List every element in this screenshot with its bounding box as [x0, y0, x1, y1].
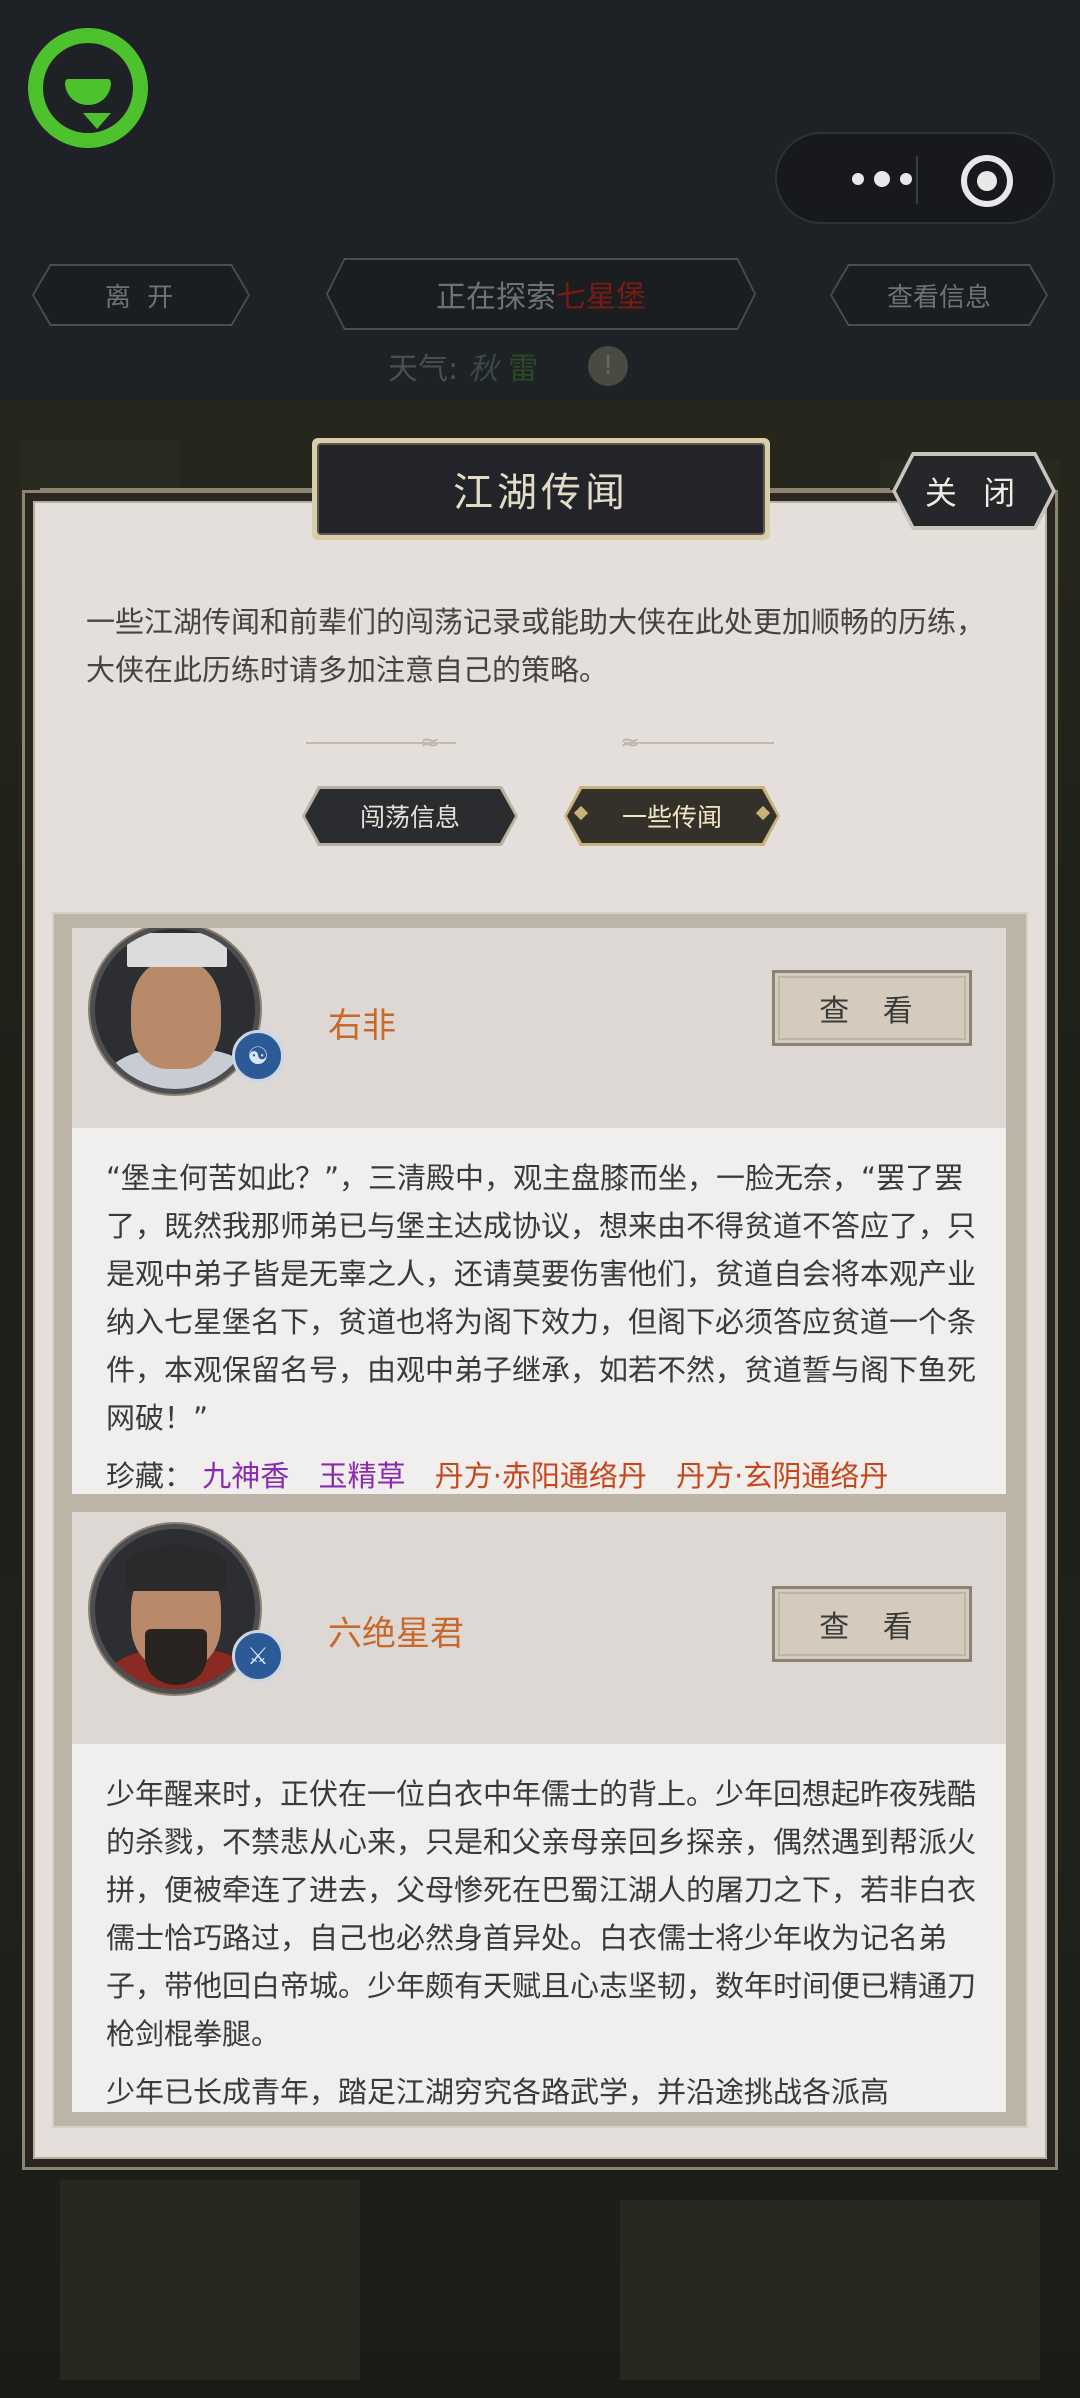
leave-button-label: 离 开	[34, 266, 248, 324]
close-button-label: 关 闭	[896, 456, 1052, 526]
story-text: 少年醒来时，正伏在一位白衣中年儒士的背上。少年回想起昨夜残酷的杀戮，不禁悲从心来…	[106, 1777, 977, 2051]
sword-badge-icon: ⚔	[232, 1630, 284, 1682]
divider-right-flourish: ≈	[620, 728, 641, 756]
miniprogram-capsule	[775, 132, 1055, 224]
view-button[interactable]: 查 看	[772, 970, 972, 1046]
tab-rumors-label: 一些传闻	[567, 789, 777, 843]
tab-rumors[interactable]: 一些传闻	[564, 786, 780, 846]
view-info-button[interactable]: 查看信息	[830, 264, 1048, 326]
card-header: ☯ 右非 查 看	[72, 928, 1006, 1128]
weather-condition: 雷	[508, 352, 539, 387]
more-dots-icon[interactable]	[817, 164, 947, 194]
card-header: ⚔ 六绝星君 查 看	[72, 1512, 1006, 1744]
close-target-icon[interactable]	[961, 155, 1013, 207]
treasure-label: 珍藏：	[106, 1459, 194, 1493]
weather-label: 天气:	[388, 352, 459, 387]
story-text: “堡主何苦如此？”，三清殿中，观主盘膝而坐，一脸无奈，“罢了罢了，既然我那师弟已…	[106, 1161, 977, 1435]
story-text-continued: 少年已长成青年，踏足江湖穷究各路武学，并沿途挑战各派高	[106, 2075, 890, 2109]
divider-left-flourish: ≈	[420, 728, 441, 756]
rumor-list[interactable]: ☯ 右非 查 看 “堡主何苦如此？”，三清殿中，观主盘膝而坐，一脸无奈，“罢了罢…	[52, 912, 1028, 2128]
treasure-item[interactable]: 丹方·玄阴通络丹	[676, 1459, 888, 1493]
leave-button[interactable]: 离 开	[32, 264, 250, 326]
top-bar: 离 开 正在探索 七星堡 查看信息 天气: 秋 雷 !	[0, 0, 1080, 400]
exploring-prefix: 正在探索	[436, 280, 556, 315]
tab-adventure-info-label: 闯荡信息	[305, 789, 515, 843]
card-story: 少年醒来时，正伏在一位白衣中年儒士的背上。少年回想起昨夜残酷的杀戮，不禁悲从心来…	[72, 1744, 1006, 2112]
card-story: “堡主何苦如此？”，三清殿中，观主盘膝而坐，一脸无奈，“罢了罢了，既然我那师弟已…	[72, 1128, 1006, 1494]
dialog-intro-text: 一些江湖传闻和前辈们的闯荡记录或能助大侠在此处更加顺畅的历练，大侠在此历练时请多…	[86, 605, 986, 687]
weather-season: 秋	[468, 352, 499, 387]
treasure-item[interactable]: 玉精草	[318, 1459, 405, 1493]
chat-bubble-logo-icon[interactable]	[28, 28, 148, 148]
warning-icon[interactable]: !	[588, 346, 629, 386]
close-button[interactable]: 关 闭	[892, 452, 1056, 530]
taiji-badge-icon: ☯	[232, 1030, 284, 1082]
character-name: 六绝星君	[328, 1614, 464, 1654]
treasure-item[interactable]: 九神香	[202, 1459, 289, 1493]
list-item: ☯ 右非 查 看 “堡主何苦如此？”，三清殿中，观主盘膝而坐，一脸无奈，“罢了罢…	[72, 928, 1006, 1494]
tab-adventure-info[interactable]: 闯荡信息	[302, 786, 518, 846]
exploring-banner: 正在探索 七星堡	[326, 258, 756, 330]
view-info-label: 查看信息	[832, 266, 1046, 324]
treasure-row: 珍藏： 九神香 玉精草 丹方·赤阳通络丹 丹方·玄阴通络丹	[106, 1452, 976, 1494]
divider-right	[624, 742, 774, 744]
exploring-location: 七星堡	[556, 280, 646, 315]
list-item: ⚔ 六绝星君 查 看 少年醒来时，正伏在一位白衣中年儒士的背上。少年回想起昨夜残…	[72, 1512, 1006, 2112]
avatar[interactable]	[90, 928, 260, 1094]
view-button[interactable]: 查 看	[772, 1586, 972, 1662]
dialog-title-plate: 江湖传闻	[312, 438, 770, 540]
weather-row: 天气: 秋 雷 !	[388, 344, 629, 388]
treasure-item[interactable]: 丹方·赤阳通络丹	[435, 1459, 647, 1493]
dialog-title: 江湖传闻	[317, 443, 765, 535]
character-name: 右非	[328, 1006, 396, 1046]
